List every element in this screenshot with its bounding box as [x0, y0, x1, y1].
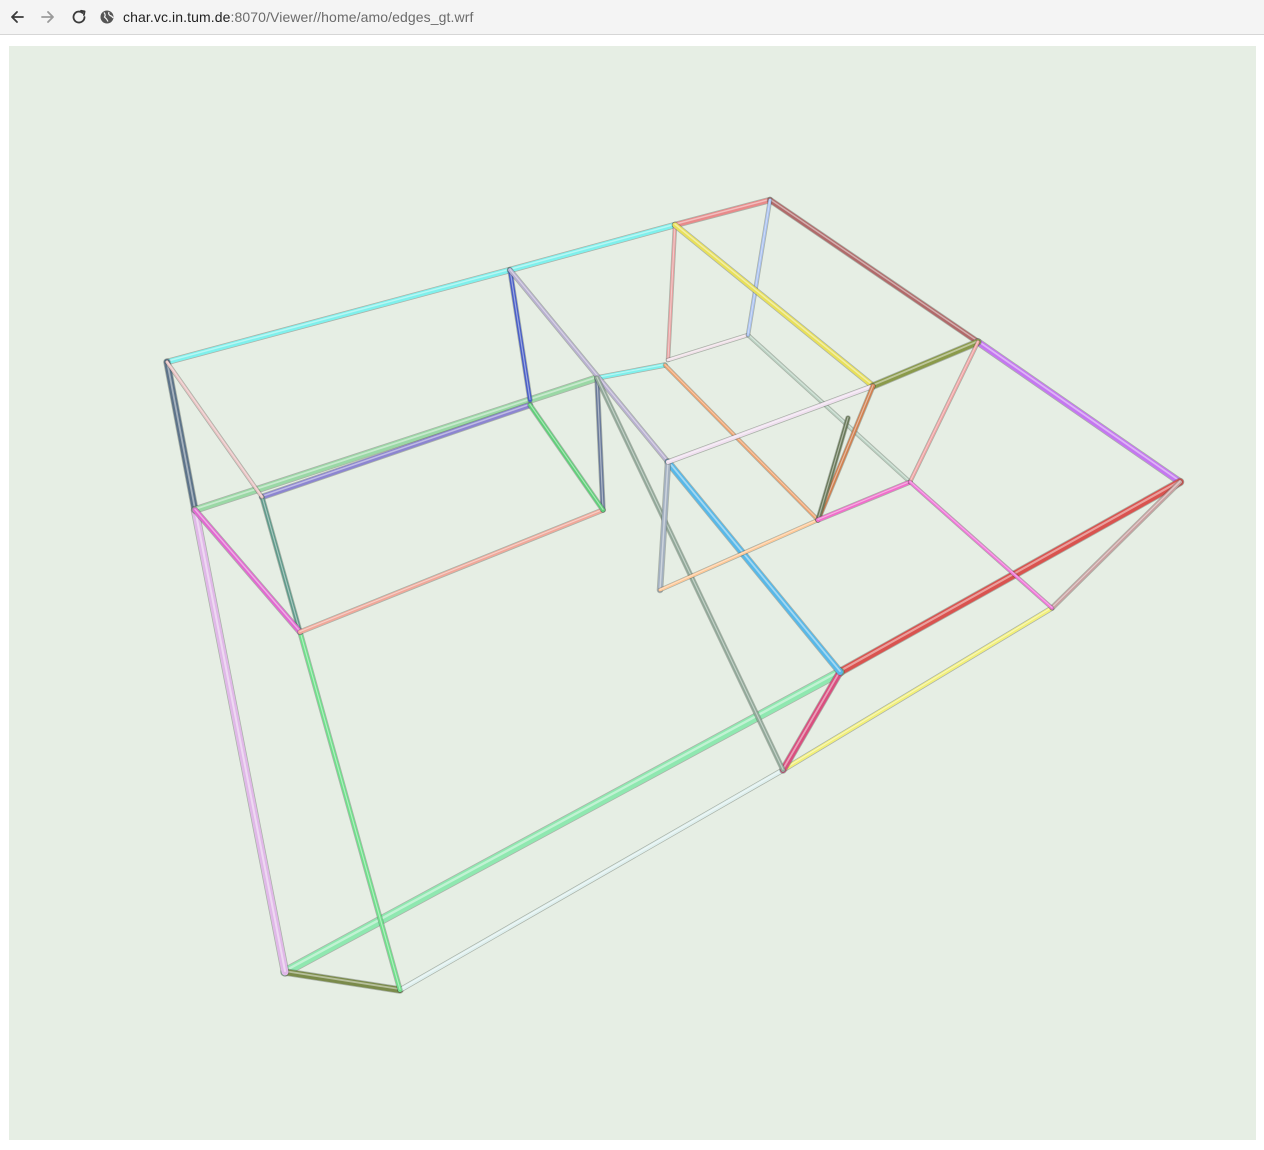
arrow-right-icon	[41, 11, 54, 23]
edge-highlight	[284, 970, 401, 990]
edge-highlight	[596, 363, 666, 378]
forward-button[interactable]	[34, 3, 62, 31]
edge-highlight	[193, 507, 287, 973]
edge-highlight	[817, 416, 849, 521]
edge-highlight	[747, 199, 771, 336]
edge-highlight	[674, 198, 771, 225]
edge-highlight	[509, 268, 669, 462]
arrow-left-icon	[11, 11, 24, 23]
edge-highlight	[747, 334, 911, 483]
url-host: char.vc.in.tum.de	[123, 9, 231, 25]
edge-highlight	[838, 479, 1182, 673]
edge-highlight	[261, 403, 531, 497]
address-bar[interactable]: char.vc.in.tum.de:8070/Viewer//home/amo/…	[99, 3, 473, 31]
3d-viewer-canvas[interactable]	[9, 46, 1256, 1140]
back-button[interactable]	[3, 3, 31, 31]
reload-icon	[72, 9, 86, 24]
edge-highlight	[664, 364, 819, 521]
edge-highlight	[667, 460, 841, 672]
reload-button[interactable]	[65, 3, 93, 31]
edge-highlight	[299, 508, 604, 633]
url-path: :8070/Viewer//home/amo/edges_gt.wrf	[230, 9, 474, 25]
edge-highlight	[509, 223, 676, 270]
edge-highlight	[977, 340, 1181, 483]
edge-highlight	[529, 403, 604, 510]
edge-highlight	[166, 268, 511, 362]
edge-highlight	[667, 224, 676, 361]
globe-icon	[100, 10, 114, 24]
browser-toolbar: char.vc.in.tum.de:8070/Viewer//home/amo/…	[0, 0, 1264, 35]
wireframe-edges	[163, 196, 1185, 994]
edge-highlight	[769, 198, 979, 342]
wireframe-scene[interactable]	[9, 46, 1256, 1140]
edge-highlight	[667, 334, 749, 361]
